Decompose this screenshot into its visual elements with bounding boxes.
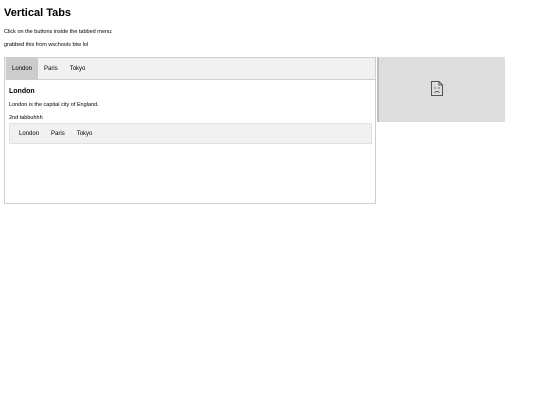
tab-bar: London Paris Tokyo — [5, 58, 375, 80]
inner-tab-bar: London Paris Tokyo — [9, 123, 372, 144]
tab-container: London Paris Tokyo London London is the … — [4, 57, 376, 204]
inner-tab-london[interactable]: London — [13, 131, 45, 137]
content-text: London is the capital city of England. — [9, 102, 99, 108]
second-tab-label: 2nd tabbuhhh — [9, 115, 43, 121]
content-heading: London — [9, 88, 35, 95]
embedded-image — [377, 57, 505, 122]
page-title: Vertical Tabs — [4, 7, 72, 19]
tab-content: London London is the capital city of Eng… — [5, 80, 375, 148]
tab-tokyo[interactable]: Tokyo — [64, 58, 92, 79]
broken-image-icon — [431, 81, 443, 96]
inner-tab-paris[interactable]: Paris — [45, 131, 71, 137]
note-text: grabbed this from wschools btw lol — [4, 42, 89, 48]
inner-tab-tokyo[interactable]: Tokyo — [71, 131, 99, 137]
tab-paris[interactable]: Paris — [38, 58, 64, 79]
instruction-text: Click on the buttons inside the tabbed m… — [4, 29, 113, 35]
tab-london[interactable]: London — [6, 58, 39, 79]
